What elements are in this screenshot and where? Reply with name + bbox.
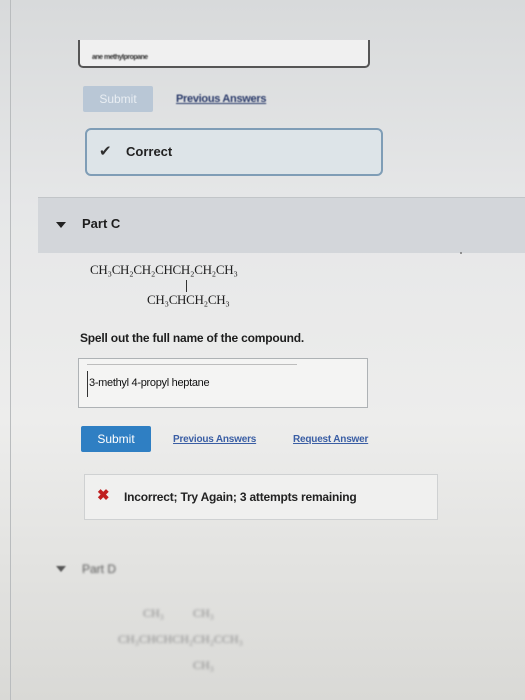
x-mark-icon: ✖	[97, 487, 110, 504]
part-d-structure-bottom: CH₃	[193, 658, 214, 672]
text-cursor	[87, 371, 88, 397]
answer-input-value: 3-methyl 4-propyl heptane	[89, 377, 210, 389]
checkmark-icon: ✔	[99, 143, 112, 160]
answer-input-underline	[87, 364, 297, 365]
previous-answers-link-top[interactable]: Previous Answers	[176, 93, 266, 105]
formula-branch: CH₃CHCH₂CH₃	[147, 292, 230, 307]
collapse-triangle-icon[interactable]	[56, 222, 66, 228]
correct-feedback-box: ✔ Correct	[85, 128, 383, 176]
part-d-structure-top-right: CH₃	[193, 606, 214, 620]
incorrect-feedback-text: Incorrect; Try Again; 3 attempts remaini…	[124, 490, 357, 504]
request-answer-link[interactable]: Request Answer	[293, 434, 368, 445]
part-d-structure-top-left: CH₃	[143, 606, 164, 620]
part-d-title[interactable]: Part D	[82, 562, 116, 576]
formula-main-chain: CH₃CH₂CH₂CHCH₂CH₂CH₃	[90, 262, 238, 277]
previous-answer-text: ane methylpropane	[92, 54, 148, 61]
previous-answers-link[interactable]: Previous Answers	[173, 434, 256, 445]
submit-button[interactable]: Submit	[81, 426, 151, 452]
answer-input[interactable]: 3-methyl 4-propyl heptane	[78, 358, 368, 408]
screen-speck	[460, 252, 462, 254]
formula-branch-bond	[186, 280, 187, 292]
question-instruction: Spell out the full name of the compound.	[80, 331, 304, 345]
part-d-structure-main: CH₃CHCHCH₂CH₂CCH₃	[118, 632, 243, 646]
correct-feedback-text: Correct	[126, 144, 173, 159]
page-left-border	[10, 0, 11, 700]
previous-answer-field[interactable]: ane methylpropane	[78, 40, 370, 68]
expand-triangle-icon[interactable]	[56, 566, 66, 572]
incorrect-feedback-box: ✖ Incorrect; Try Again; 3 attempts remai…	[84, 474, 438, 520]
previous-submit-button[interactable]: Submit	[83, 86, 153, 112]
part-c-title: Part C	[82, 216, 121, 231]
